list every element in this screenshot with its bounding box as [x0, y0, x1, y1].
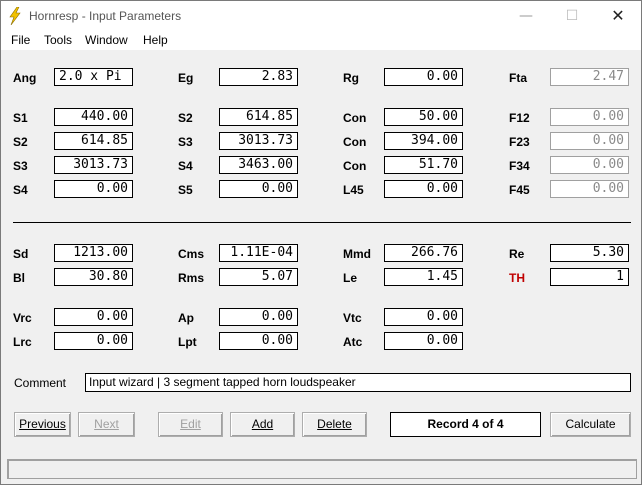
label-bl: Bl	[13, 271, 25, 285]
label-sd: Sd	[13, 247, 29, 261]
label-le: Le	[343, 271, 358, 285]
field-vrc[interactable]: 0.00	[54, 308, 133, 326]
label-ap: Ap	[178, 311, 194, 325]
edit-button[interactable]: Edit	[158, 412, 223, 437]
label-fta: Fta	[509, 71, 527, 85]
field-con-3[interactable]: 51.70	[384, 156, 463, 174]
field-le[interactable]: 1.45	[384, 268, 463, 286]
label-vrc: Vrc	[13, 311, 32, 325]
label-vtc: Vtc	[343, 311, 362, 325]
field-f34: 0.00	[550, 156, 629, 174]
field-th[interactable]: 1	[550, 268, 629, 286]
field-re[interactable]: 5.30	[550, 244, 629, 262]
close-button[interactable]: ✕	[595, 1, 641, 31]
field-rms[interactable]: 5.07	[219, 268, 298, 286]
delete-button[interactable]: Delete	[302, 412, 367, 437]
label-ang: Ang	[13, 71, 37, 85]
status-bar	[7, 459, 637, 479]
label-cms: Cms	[178, 247, 205, 261]
menu-bar: File Tools Window Help	[1, 31, 641, 50]
field-s4-left[interactable]: 0.00	[54, 180, 133, 198]
comment-field[interactable]: Input wizard | 3 segment tapped horn lou…	[85, 373, 631, 392]
field-bl[interactable]: 30.80	[54, 268, 133, 286]
field-vtc[interactable]: 0.00	[384, 308, 463, 326]
field-f45: 0.00	[550, 180, 629, 198]
field-f12: 0.00	[550, 108, 629, 126]
label-comment: Comment	[14, 376, 67, 390]
label-lpt: Lpt	[178, 335, 197, 349]
field-l45[interactable]: 0.00	[384, 180, 463, 198]
label-rms: Rms	[178, 271, 205, 285]
label-s3: S3	[178, 135, 193, 149]
field-atc[interactable]: 0.00	[384, 332, 463, 350]
minimize-button[interactable]: —	[503, 1, 549, 31]
label-f45: F45	[509, 183, 530, 197]
label-th: TH	[509, 271, 525, 285]
label-lrc: Lrc	[13, 335, 32, 349]
field-s5[interactable]: 0.00	[219, 180, 298, 198]
menu-tools[interactable]: Tools	[44, 33, 72, 47]
field-cms[interactable]: 1.11E-04	[219, 244, 298, 262]
previous-button[interactable]: Previous	[14, 412, 71, 437]
field-lpt[interactable]: 0.00	[219, 332, 298, 350]
window-title: Hornresp - Input Parameters	[29, 9, 182, 23]
field-s2[interactable]: 614.85	[219, 108, 298, 126]
next-button[interactable]: Next	[78, 412, 135, 437]
main-window: Hornresp - Input Parameters — ☐ ✕ File T…	[0, 0, 642, 485]
field-lrc[interactable]: 0.00	[54, 332, 133, 350]
label-s5: S5	[178, 183, 193, 197]
label-f12: F12	[509, 111, 530, 125]
label-eg: Eg	[178, 71, 194, 85]
record-indicator: Record 4 of 4	[390, 412, 541, 437]
field-eg[interactable]: 2.83	[219, 68, 298, 86]
field-mmd[interactable]: 266.76	[384, 244, 463, 262]
field-sd[interactable]: 1213.00	[54, 244, 133, 262]
add-button[interactable]: Add	[230, 412, 295, 437]
title-bar: Hornresp - Input Parameters — ☐ ✕	[1, 1, 641, 31]
label-con-3: Con	[343, 159, 367, 173]
calculate-button[interactable]: Calculate	[550, 412, 631, 437]
field-s3-left[interactable]: 3013.73	[54, 156, 133, 174]
maximize-button[interactable]: ☐	[549, 1, 595, 31]
field-f23: 0.00	[550, 132, 629, 150]
label-re: Re	[509, 247, 525, 261]
field-con-1[interactable]: 50.00	[384, 108, 463, 126]
field-s4[interactable]: 3463.00	[219, 156, 298, 174]
field-con-2[interactable]: 394.00	[384, 132, 463, 150]
label-l45: L45	[343, 183, 364, 197]
field-s3[interactable]: 3013.73	[219, 132, 298, 150]
label-s3-left: S3	[13, 159, 28, 173]
label-s2-left: S2	[13, 135, 28, 149]
lightning-bolt-icon	[9, 7, 21, 25]
section-divider	[13, 222, 631, 223]
field-fta: 2.47	[550, 68, 629, 86]
label-s2: S2	[178, 111, 193, 125]
label-con-2: Con	[343, 135, 367, 149]
field-ang[interactable]: 2.0 x Pi	[54, 68, 133, 86]
label-s4: S4	[178, 159, 193, 173]
label-rg: Rg	[343, 71, 359, 85]
menu-window[interactable]: Window	[85, 33, 128, 47]
field-rg[interactable]: 0.00	[384, 68, 463, 86]
label-f23: F23	[509, 135, 530, 149]
label-mmd: Mmd	[343, 247, 371, 261]
label-f34: F34	[509, 159, 530, 173]
label-atc: Atc	[343, 335, 363, 349]
label-s1: S1	[13, 111, 28, 125]
field-ap[interactable]: 0.00	[219, 308, 298, 326]
field-s1[interactable]: 440.00	[54, 108, 133, 126]
label-con-1: Con	[343, 111, 367, 125]
label-s4-left: S4	[13, 183, 28, 197]
menu-file[interactable]: File	[11, 33, 30, 47]
field-s2-left[interactable]: 614.85	[54, 132, 133, 150]
menu-help[interactable]: Help	[143, 33, 168, 47]
